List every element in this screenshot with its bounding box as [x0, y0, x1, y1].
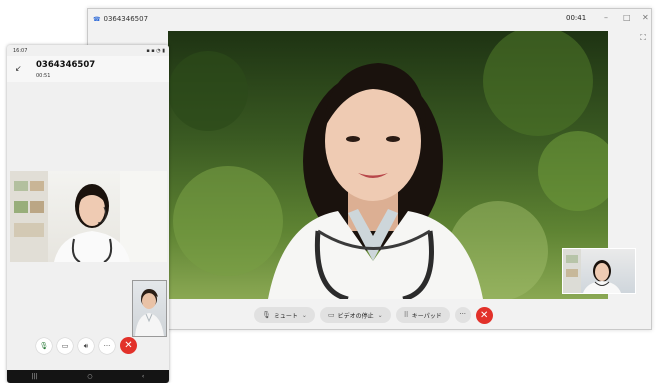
end-call-button[interactable]: ✕: [475, 306, 493, 324]
remote-video-image: [168, 31, 608, 299]
self-view-image: [563, 249, 621, 293]
keypad-icon: ⠿: [403, 311, 409, 319]
android-nav-bar: ||| ○ ‹: [7, 370, 169, 383]
more-icon: ···: [103, 341, 111, 350]
close-icon[interactable]: ✕: [642, 13, 649, 23]
speaker-icon: 🔊︎: [83, 341, 89, 350]
call-duration: 00:51: [36, 73, 51, 79]
mic-icon: 🎙︎: [39, 341, 49, 350]
home-icon[interactable]: ○: [87, 373, 92, 380]
more-options-button[interactable]: ···: [454, 307, 471, 323]
mobile-call-screen: 16:07 ▪ ▪ ◔ ▮ ↙ 0364346507 00:51 🎙︎ ▭ 🔊︎…: [7, 45, 169, 383]
stop-video-label: ビデオの停止: [337, 312, 374, 320]
expand-icon[interactable]: ⛶: [638, 33, 648, 43]
minimize-icon[interactable]: –: [604, 13, 608, 23]
end-call-icon: ✕: [480, 309, 489, 321]
mic-icon: 🎙︎: [262, 311, 271, 319]
window-title-number: 0364346507: [103, 15, 149, 23]
recent-apps-icon[interactable]: |||: [32, 373, 38, 380]
call-toolbar: 🎙︎ ミュート ⌄ ▭ ビデオの停止 ⌄ ⠿ キーパッド ··· ✕: [254, 306, 493, 324]
call-controls: 🎙︎ ▭ 🔊︎ ··· ✕: [36, 337, 137, 354]
chevron-down-icon[interactable]: ⌄: [302, 312, 307, 319]
more-icon: ···: [459, 310, 467, 318]
end-call-icon: ✕: [124, 340, 133, 351]
status-bar: 16:07 ▪ ▪ ◔ ▮: [7, 45, 169, 56]
end-call-button[interactable]: ✕: [120, 337, 137, 354]
phone-icon: ☎: [93, 15, 101, 23]
call-timer: 00:41: [566, 14, 587, 22]
minimize-call-icon[interactable]: ↙: [15, 64, 22, 73]
mic-button[interactable]: 🎙︎: [36, 337, 52, 354]
video-camera-icon: ▭: [327, 311, 335, 319]
self-view-pip[interactable]: [132, 280, 167, 337]
call-header: ↙ 0364346507 00:51: [7, 56, 169, 82]
speaker-button[interactable]: 🔊︎: [78, 337, 94, 354]
more-button[interactable]: ···: [99, 337, 115, 354]
keypad-label: キーパッド: [411, 312, 442, 320]
mute-label: ミュート: [273, 312, 298, 320]
keypad-button[interactable]: ⠿ キーパッド: [395, 307, 450, 323]
self-view-image: [135, 289, 164, 336]
caller-number: 0364346507: [36, 60, 96, 70]
remote-video-image: [10, 171, 167, 262]
video-icon: ▭: [61, 341, 69, 350]
stop-video-button[interactable]: ▭ ビデオの停止 ⌄: [319, 307, 391, 323]
maximize-icon[interactable]: □: [623, 13, 631, 23]
chevron-down-icon[interactable]: ⌄: [378, 312, 383, 319]
self-view-pip[interactable]: [562, 248, 636, 294]
desktop-call-window: ☎ 0364346507 00:41 – □ ✕ ⛶ 🎙︎ ミュート ⌄ ▭ ビ…: [87, 8, 652, 330]
status-icons: ▪ ▪ ◔ ▮: [146, 48, 165, 54]
remote-video: [168, 31, 608, 299]
video-button[interactable]: ▭: [57, 337, 73, 354]
window-title: ☎ 0364346507: [93, 15, 148, 23]
remote-video: [10, 171, 167, 262]
status-time: 16:07: [13, 47, 28, 54]
mute-button[interactable]: 🎙︎ ミュート ⌄: [254, 307, 315, 323]
back-icon[interactable]: ‹: [142, 373, 144, 380]
